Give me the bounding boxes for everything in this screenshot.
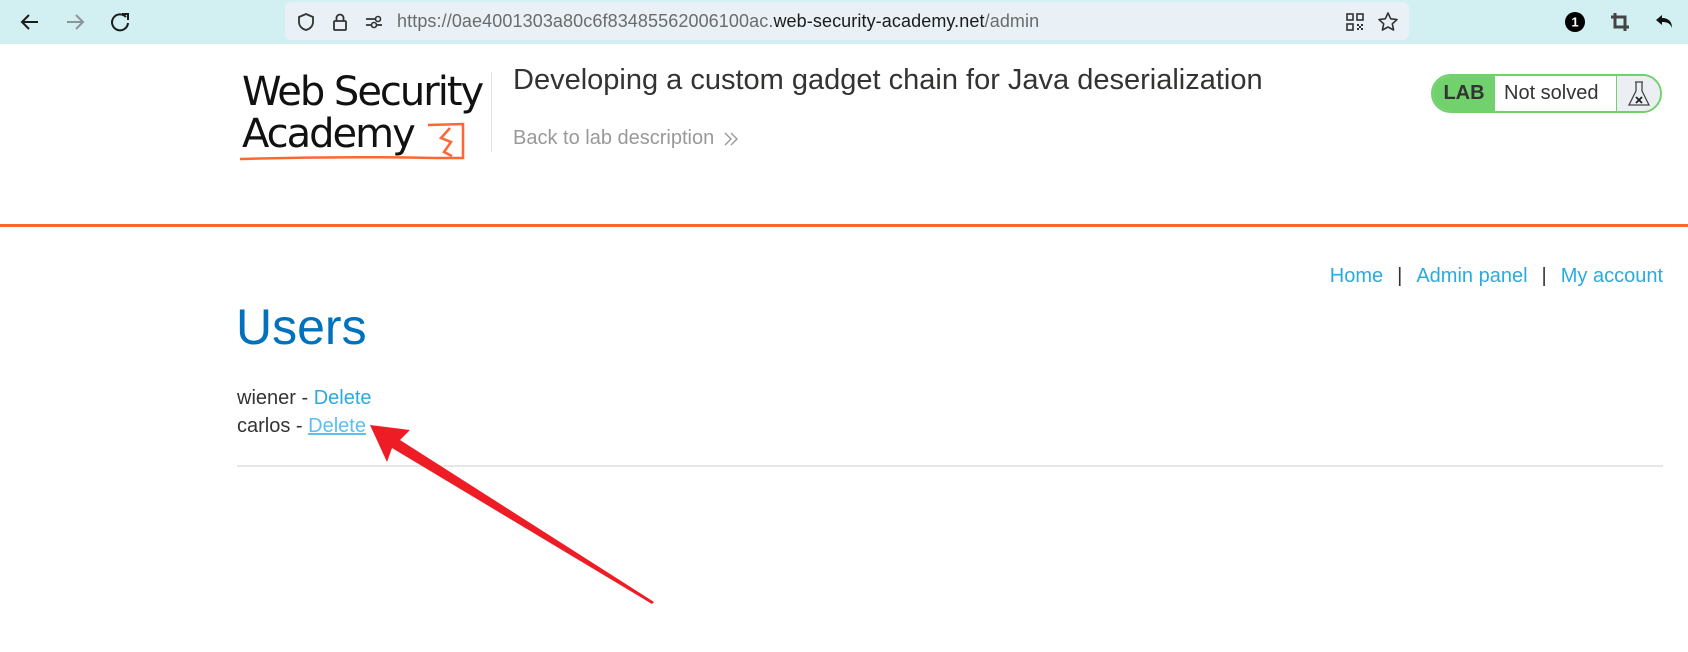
user-separator: -	[295, 387, 314, 409]
nav-separator: |	[1397, 265, 1403, 287]
lab-badge: LAB	[1433, 76, 1495, 111]
nav-separator: |	[1541, 265, 1547, 287]
back-button[interactable]	[16, 8, 44, 36]
url-path: /admin	[984, 11, 1040, 31]
delete-carlos-link[interactable]: Delete	[308, 415, 366, 437]
user-row-wiener: wiener - Delete	[237, 384, 372, 412]
back-link-label: Back to lab description	[513, 127, 715, 149]
arrow-right-icon	[67, 14, 85, 30]
extension-badge-button[interactable]: 1	[1561, 8, 1589, 36]
arrow-left-icon	[20, 14, 38, 30]
url-host: web-security-academy.net	[773, 11, 985, 31]
numbered-badge-icon: 1	[1565, 12, 1585, 32]
address-bar[interactable]: https://0ae4001303a80c6f83485562006100ac…	[285, 2, 1409, 40]
username: carlos	[237, 415, 291, 437]
url-prefix: https://0ae4001303a80c6f83485562006100ac…	[397, 11, 774, 31]
svg-text:1: 1	[1571, 15, 1578, 30]
browser-toolbar: https://0ae4001303a80c6f83485562006100ac…	[0, 0, 1688, 44]
username: wiener	[237, 387, 296, 409]
top-navigation: Home | Admin panel | My account	[1330, 265, 1663, 288]
web-security-academy-logo[interactable]: Web Security Academy	[238, 70, 488, 162]
undo-button[interactable]	[1651, 8, 1679, 36]
page-title: Users	[236, 299, 367, 355]
undo-icon	[1656, 15, 1672, 28]
nav-home-link[interactable]: Home	[1330, 265, 1383, 288]
reload-icon	[111, 13, 129, 32]
back-to-lab-description-link[interactable]: Back to lab description	[513, 127, 740, 150]
reload-button[interactable]	[106, 8, 134, 36]
crop-icon	[1611, 13, 1629, 31]
user-separator: -	[290, 415, 309, 437]
shield-icon[interactable]	[295, 11, 317, 33]
lab-title: Developing a custom gadget chain for Jav…	[513, 64, 1263, 96]
nav-admin-panel-link[interactable]: Admin panel	[1416, 265, 1527, 288]
flask-icon	[1627, 80, 1650, 106]
annotation-arrow-shape	[370, 425, 654, 604]
user-row-carlos: carlos - Delete	[237, 412, 372, 440]
delete-wiener-link[interactable]: Delete	[314, 387, 372, 409]
content-divider	[237, 465, 1663, 467]
logo-lightning-icon	[239, 122, 465, 161]
header-accent-line	[0, 224, 1688, 227]
lab-status-widget: LAB Not solved	[1431, 74, 1662, 113]
url-text[interactable]: https://0ae4001303a80c6f83485562006100ac…	[397, 11, 1039, 32]
lab-flask-area	[1617, 76, 1660, 111]
star-icon[interactable]	[1377, 11, 1399, 33]
forward-button[interactable]	[61, 8, 89, 36]
header-divider	[491, 72, 492, 152]
lock-icon[interactable]	[329, 11, 351, 33]
nav-my-account-link[interactable]: My account	[1561, 265, 1663, 288]
permissions-icon[interactable]	[363, 11, 385, 33]
crop-button[interactable]	[1606, 8, 1634, 36]
lab-status-text: Not solved	[1495, 76, 1617, 111]
double-chevron-right-icon	[724, 132, 739, 145]
qr-code-icon[interactable]	[1344, 11, 1366, 33]
user-list: wiener - Delete carlos - Delete	[237, 384, 372, 440]
